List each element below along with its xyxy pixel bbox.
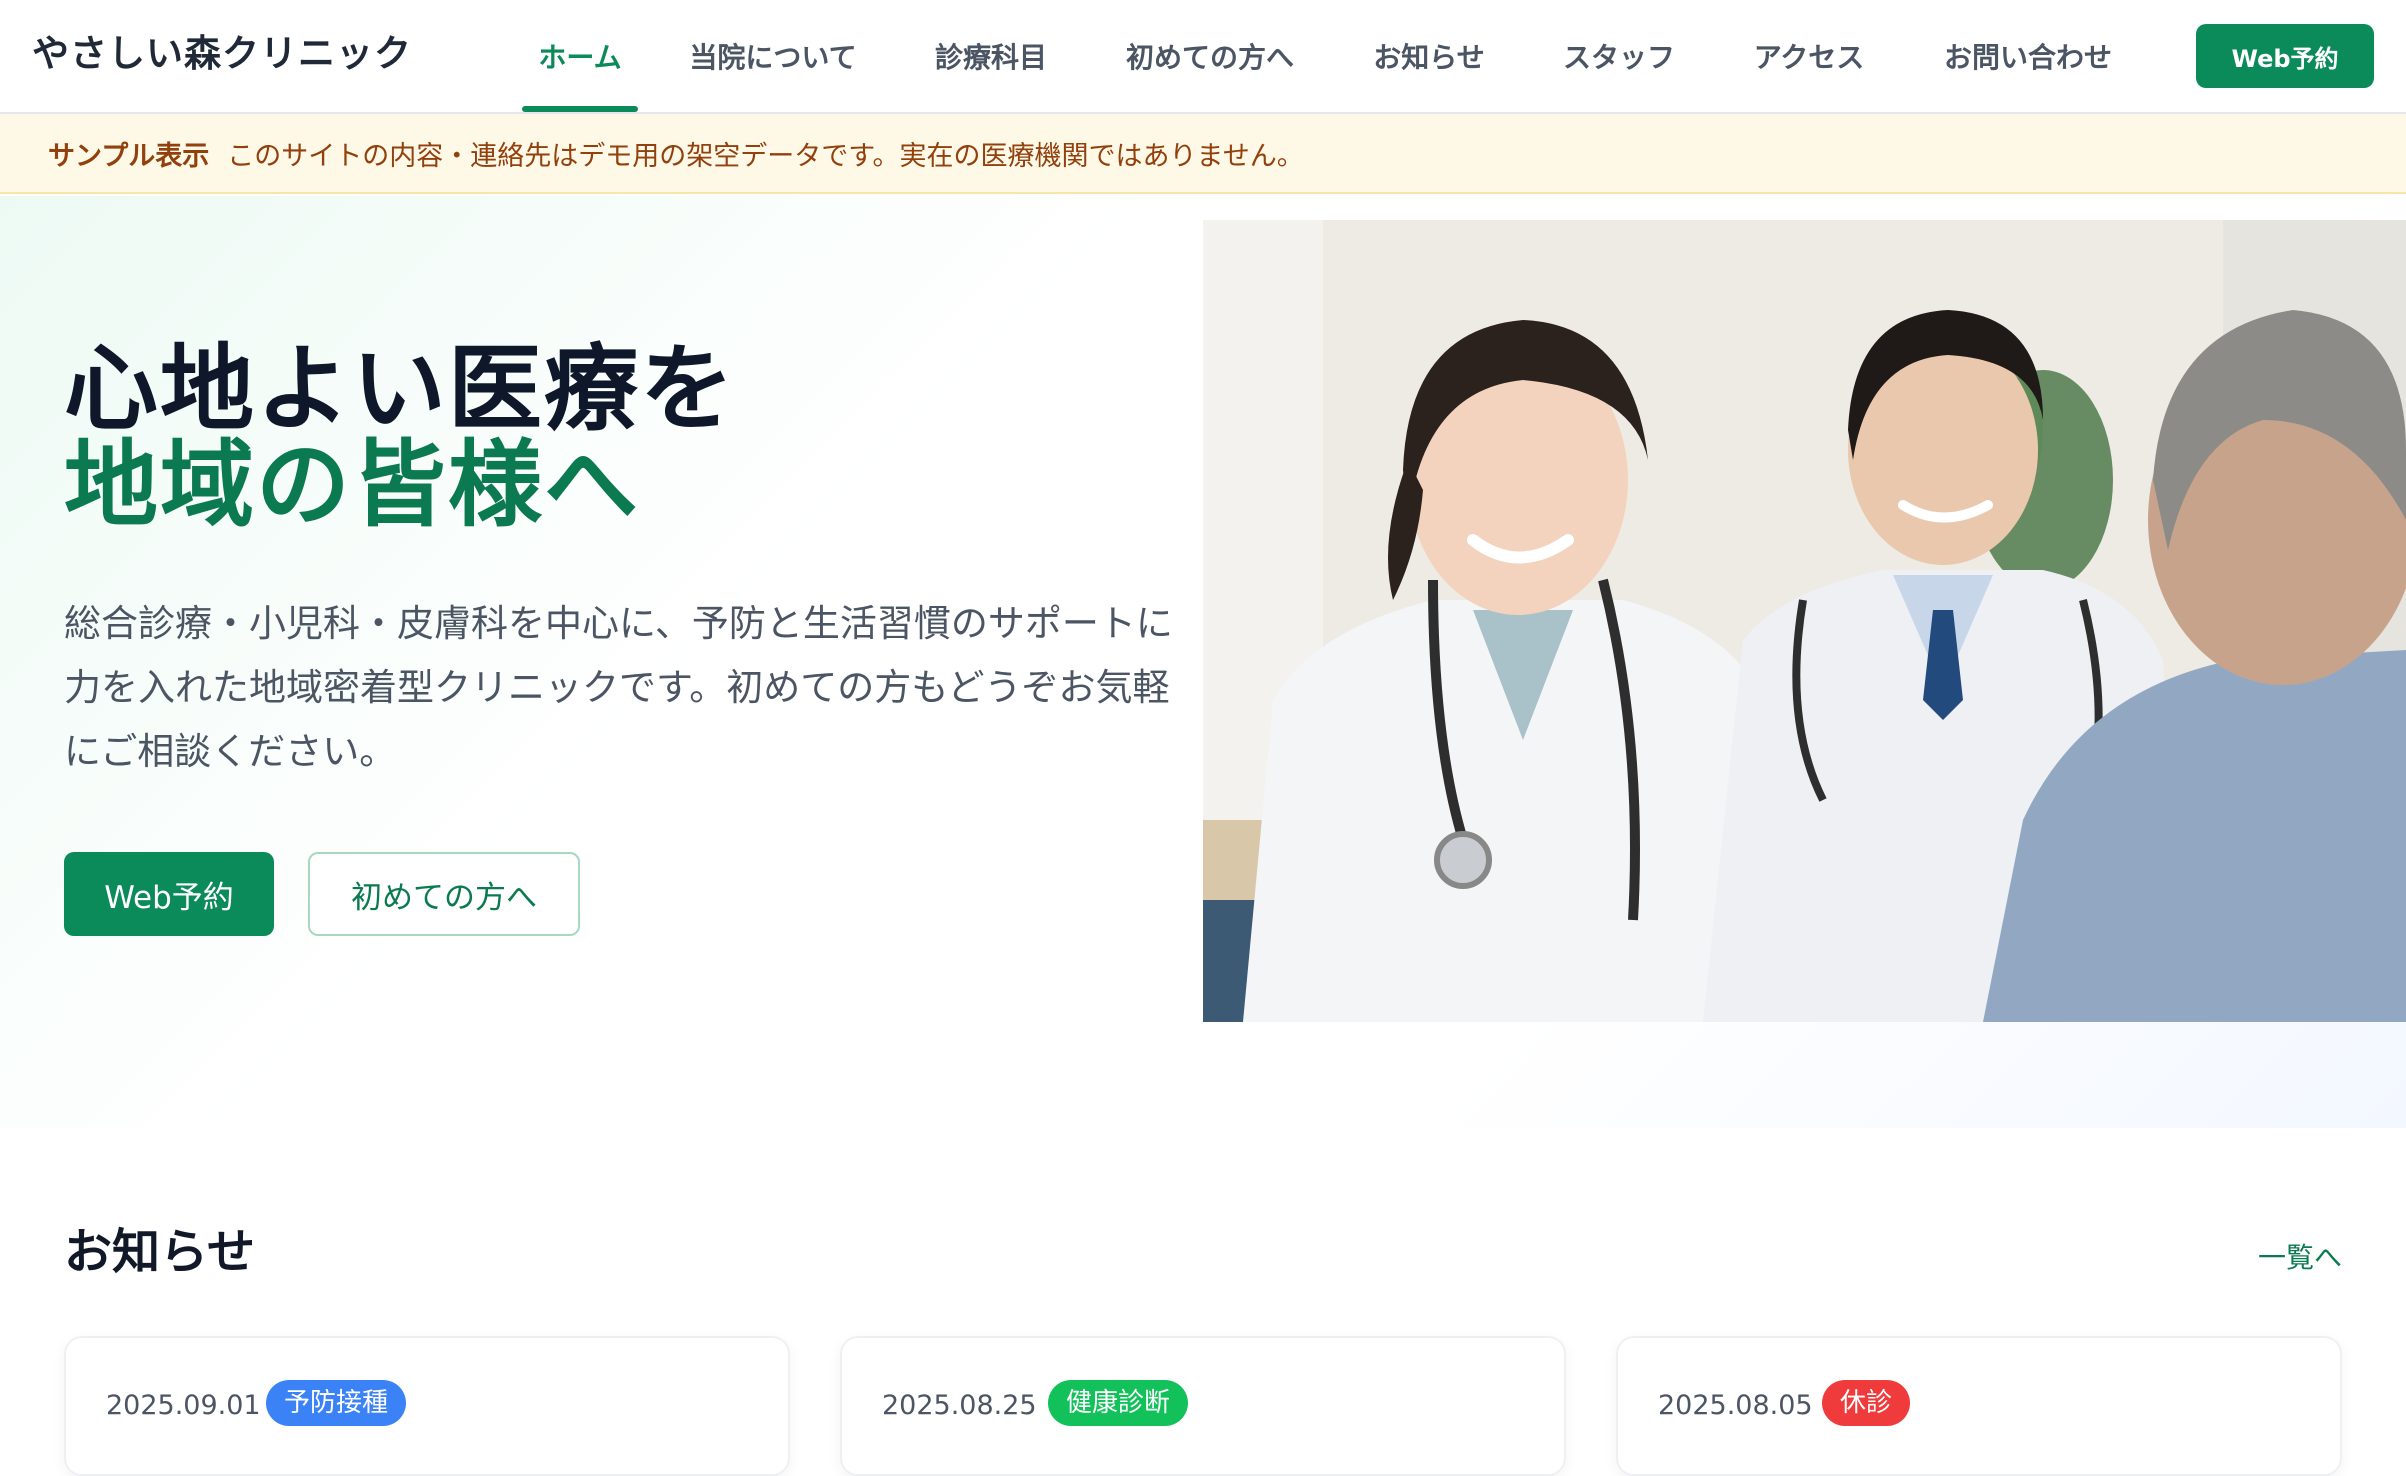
news-card[interactable]: 2025.08.05 休診 xyxy=(1616,1336,2342,1476)
site-header: やさしい森クリニック ホーム 当院について 診療科目 初めての方へ お知らせ ス… xyxy=(0,0,2406,114)
news-card[interactable]: 2025.09.01 予防接種 xyxy=(64,1336,790,1476)
nav-item-departments[interactable]: 診療科目 xyxy=(932,0,1050,112)
hero-title-line2: 地域の皆様へ xyxy=(64,431,641,540)
news-category-badge: 予防接種 xyxy=(266,1380,407,1426)
main-nav: ホーム 当院について 診療科目 初めての方へ お知らせ スタッフ アクセス お問… xyxy=(522,0,2116,112)
doctors-illustration xyxy=(1203,220,2406,1022)
banner-tag: サンプル表示 xyxy=(48,140,210,172)
web-reservation-button[interactable]: Web予約 xyxy=(2196,24,2374,88)
news-date: 2025.08.25 xyxy=(882,1390,1037,1421)
news-date: 2025.09.01 xyxy=(106,1390,261,1421)
hero-description: 総合診療・小児科・皮膚科を中心に、予防と生活習慣のサポートに力を入れた地域密着型… xyxy=(64,602,1173,773)
site-logo[interactable]: やさしい森クリニック xyxy=(32,26,412,82)
news-card[interactable]: 2025.08.25 健康診断 xyxy=(840,1336,1566,1476)
hero-title-line1: 心地よい医療を xyxy=(64,335,737,444)
news-section-title: お知らせ xyxy=(64,1224,256,1280)
nav-item-access[interactable]: アクセス xyxy=(1750,0,1868,112)
nav-item-first-visit[interactable]: 初めての方へ xyxy=(1122,0,1298,112)
news-view-all-link[interactable]: 一覧へ xyxy=(2258,1236,2342,1276)
hero-title: 心地よい医療を 地域の皆様へ xyxy=(64,342,736,534)
sample-notice-banner: サンプル表示 このサイトの内容・連絡先はデモ用の架空データです。実在の医療機関で… xyxy=(0,114,2406,194)
nav-item-news[interactable]: お知らせ xyxy=(1370,0,1488,112)
news-category-badge: 健康診断 xyxy=(1048,1380,1189,1426)
hero-section: 心地よい医療を 地域の皆様へ 総合診療・小児科・皮膚科を中心に、予防と生活習慣の… xyxy=(0,196,2406,1128)
news-category-badge: 休診 xyxy=(1822,1380,1911,1426)
nav-item-contact[interactable]: お問い合わせ xyxy=(1940,0,2116,112)
nav-item-about[interactable]: 当院について xyxy=(686,0,860,112)
hero-first-visit-button[interactable]: 初めての方へ xyxy=(308,852,580,936)
banner-text: このサイトの内容・連絡先はデモ用の架空データです。実在の医療機関ではありません。 xyxy=(227,140,1304,172)
news-date: 2025.08.05 xyxy=(1658,1390,1813,1421)
nav-item-home[interactable]: ホーム xyxy=(522,0,638,112)
nav-item-staff[interactable]: スタッフ xyxy=(1560,0,1678,112)
hero-web-reservation-button[interactable]: Web予約 xyxy=(64,852,274,936)
hero-photo-doctors xyxy=(1203,220,2406,1022)
